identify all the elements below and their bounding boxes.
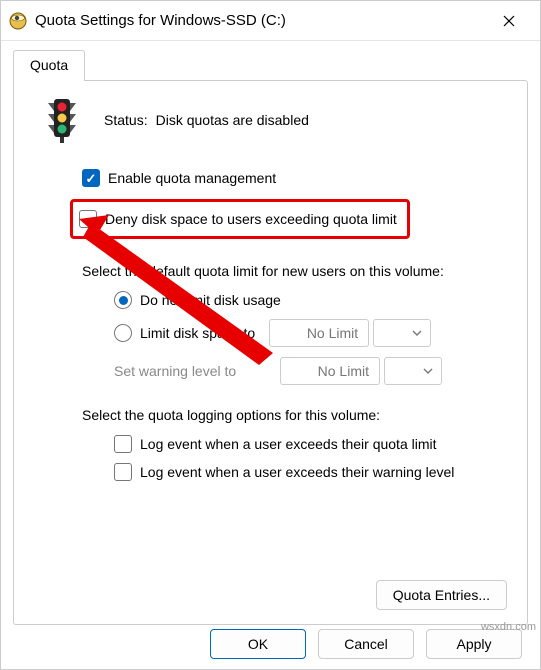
- quota-window: Quota Settings for Windows-SSD (C:) Quot…: [0, 0, 541, 670]
- status-value: Disk quotas are disabled: [156, 112, 309, 128]
- no-limit-radio-label: Do not limit disk usage: [140, 292, 281, 308]
- log-exceed-limit-label: Log event when a user exceeds their quot…: [140, 436, 437, 452]
- titlebar: Quota Settings for Windows-SSD (C:): [1, 1, 540, 41]
- enable-quota-checkbox[interactable]: [82, 169, 100, 187]
- status-label: Status:: [104, 112, 148, 128]
- quota-entries-button[interactable]: Quota Entries...: [376, 580, 507, 610]
- deny-space-checkbox[interactable]: [79, 210, 97, 228]
- log-exceed-warn-label: Log event when a user exceeds their warn…: [140, 464, 454, 480]
- cancel-button[interactable]: Cancel: [318, 629, 414, 659]
- default-limit-label: Select the default quota limit for new u…: [82, 263, 505, 279]
- deny-highlight: Deny disk space to users exceeding quota…: [70, 199, 410, 239]
- tabstrip: Quota: [13, 49, 528, 80]
- no-limit-radio[interactable]: [114, 291, 132, 309]
- dialog-buttons: OK Cancel Apply: [210, 629, 522, 659]
- log-exceed-warn-checkbox[interactable]: [114, 463, 132, 481]
- limit-to-radio[interactable]: [114, 324, 132, 342]
- watermark: wsxdn.com: [481, 621, 536, 633]
- enable-quota-label: Enable quota management: [108, 170, 276, 186]
- warning-unit-dropdown[interactable]: [384, 357, 442, 385]
- warning-amount-input[interactable]: [280, 357, 380, 385]
- chevron-down-icon: [412, 330, 422, 336]
- client-area: Quota: [1, 41, 540, 625]
- close-button[interactable]: [486, 5, 532, 37]
- warning-level-label: Set warning level to: [114, 363, 274, 379]
- traffic-light-icon: [42, 97, 82, 143]
- tab-quota[interactable]: Quota: [13, 50, 85, 81]
- drive-icon: [9, 12, 27, 30]
- window-title: Quota Settings for Windows-SSD (C:): [35, 12, 486, 29]
- logging-label: Select the quota logging options for thi…: [82, 407, 505, 423]
- ok-button[interactable]: OK: [210, 629, 306, 659]
- limit-to-radio-label: Limit disk space to: [140, 325, 255, 341]
- limit-amount-input[interactable]: [269, 319, 369, 347]
- limit-unit-dropdown[interactable]: [373, 319, 431, 347]
- apply-button[interactable]: Apply: [426, 629, 522, 659]
- log-exceed-limit-checkbox[interactable]: [114, 435, 132, 453]
- deny-space-label: Deny disk space to users exceeding quota…: [105, 211, 397, 227]
- chevron-down-icon: [423, 368, 433, 374]
- tab-pane: Status: Disk quotas are disabled Enable …: [13, 80, 528, 625]
